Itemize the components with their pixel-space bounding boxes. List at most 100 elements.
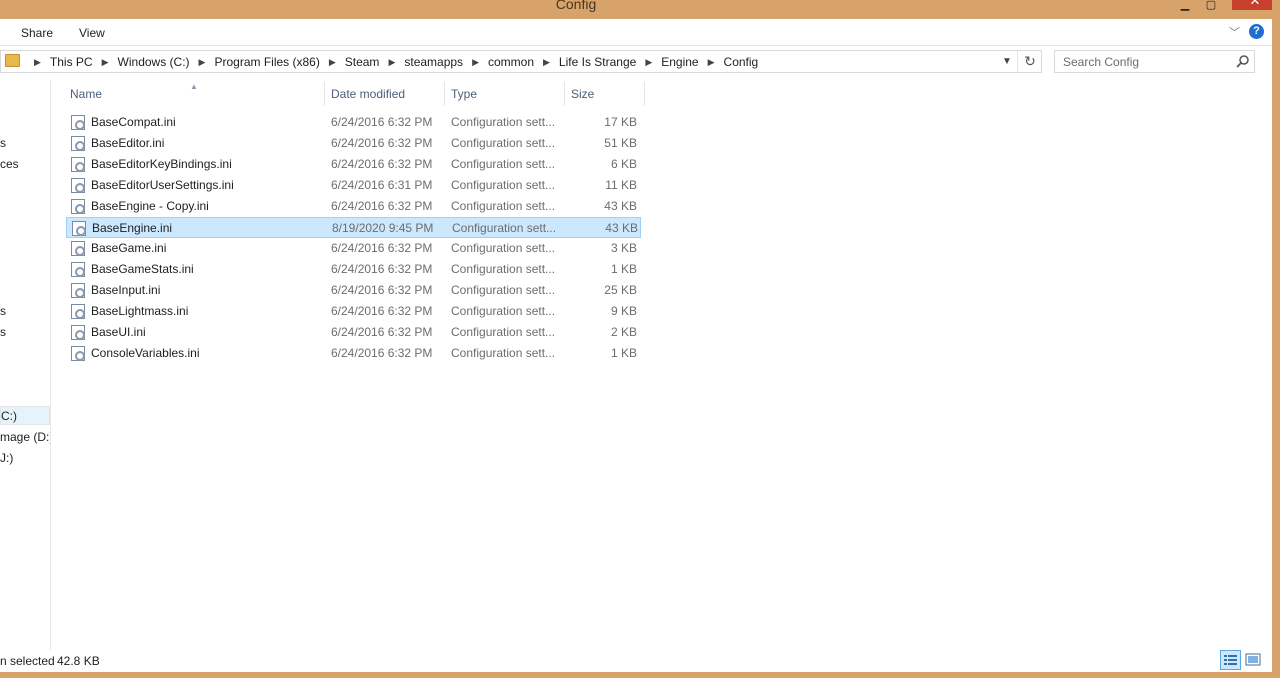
window-title: Config: [555, 0, 597, 12]
file-date: 6/24/2016 6:32 PM: [331, 325, 433, 339]
config-file-icon: [71, 157, 85, 172]
breadcrumb: ▶ This PC ▶ Windows (C:) ▶ Program Files…: [25, 55, 758, 69]
breadcrumb-program-files[interactable]: Program Files (x86): [214, 55, 319, 69]
file-size: 43 KB: [604, 199, 637, 213]
file-date: 6/24/2016 6:31 PM: [331, 178, 433, 192]
breadcrumb-common[interactable]: common: [488, 55, 534, 69]
chevron-right-icon[interactable]: ▶: [472, 57, 479, 68]
file-date: 6/24/2016 6:32 PM: [331, 241, 433, 255]
chevron-down-icon[interactable]: ﹀: [1229, 24, 1240, 40]
file-size: 11 KB: [605, 178, 637, 192]
nav-item[interactable]: s: [0, 325, 6, 339]
column-header-date[interactable]: Date modified: [325, 82, 445, 106]
table-row[interactable]: BaseCompat.ini 6/24/2016 6:32 PM Configura…: [66, 112, 641, 133]
status-bar: n selected 42.8 KB: [0, 650, 1272, 672]
file-name: BaseInput.ini: [91, 283, 161, 297]
nav-item[interactable]: ces: [0, 157, 19, 171]
help-icon[interactable]: ?: [1249, 24, 1264, 39]
table-row[interactable]: ConsoleVariables.ini 6/24/2016 6:32 PM Con…: [66, 343, 641, 364]
breadcrumb-config[interactable]: Config: [724, 55, 759, 69]
file-name: BaseEditor.ini: [91, 136, 165, 150]
table-row[interactable]: BaseInput.ini 6/24/2016 6:32 PM Configurat…: [66, 280, 641, 301]
breadcrumb-windows-c[interactable]: Windows (C:): [118, 55, 190, 69]
file-name: ConsoleVariables.ini: [91, 346, 200, 360]
minimize-icon[interactable]: ▁: [1176, 0, 1194, 16]
maximize-icon[interactable]: ▢: [1202, 0, 1220, 16]
window-frame-right: [1272, 0, 1280, 678]
table-row[interactable]: BaseGameStats.ini 6/24/2016 6:32 PM Config…: [66, 259, 641, 280]
nav-item[interactable]: s: [0, 304, 6, 318]
breadcrumb-steam[interactable]: Steam: [345, 55, 380, 69]
config-file-icon: [71, 136, 85, 151]
file-date: 6/24/2016 6:32 PM: [331, 346, 433, 360]
file-name: BaseEditorUserSettings.ini: [91, 178, 234, 192]
file-date: 6/24/2016 6:32 PM: [331, 157, 433, 171]
config-file-icon: [71, 346, 85, 361]
file-type: Configuration sett...: [451, 157, 556, 171]
config-file-icon: [71, 241, 85, 256]
folder-icon: [5, 54, 20, 67]
search-input[interactable]: Search Config: [1054, 50, 1255, 73]
navigation-pane: s ces s s C:) mage (D:) J:): [0, 80, 51, 650]
table-row[interactable]: BaseUI.ini 6/24/2016 6:32 PM Configuration…: [66, 322, 641, 343]
file-name: BaseLightmass.ini: [91, 304, 189, 318]
column-header-size[interactable]: Size: [565, 82, 645, 106]
file-size: 2 KB: [610, 325, 637, 339]
table-row[interactable]: BaseEngine - Copy.ini 6/24/2016 6:32 PM Co…: [66, 196, 641, 217]
chevron-right-icon[interactable]: ▶: [543, 57, 550, 68]
file-name: BaseGame.ini: [91, 241, 167, 255]
file-size: 6 KB: [610, 157, 637, 171]
file-type: Configuration sett...: [451, 178, 556, 192]
search-icon[interactable]: [1236, 54, 1250, 68]
table-row[interactable]: BaseEditorKeyBindings.ini 6/24/2016 6:32 …: [66, 154, 641, 175]
column-header-type[interactable]: Type: [445, 82, 565, 106]
file-size: 1 KB: [610, 346, 637, 360]
search-placeholder: Search Config: [1063, 55, 1140, 69]
table-row[interactable]: BaseEditorUserSettings.ini 6/24/2016 6:31…: [66, 175, 641, 196]
chevron-right-icon[interactable]: ▶: [34, 57, 41, 68]
address-dropdown-icon[interactable]: ▼: [1002, 56, 1012, 67]
large-icons-view-icon[interactable]: [1244, 651, 1262, 669]
ribbon-tabs: Share View ﹀ ?: [0, 19, 1272, 46]
file-type: Configuration sett...: [451, 199, 556, 213]
file-type: Configuration sett...: [451, 283, 556, 297]
details-view-icon[interactable]: [1220, 650, 1241, 670]
tab-share[interactable]: Share: [21, 26, 53, 40]
nav-item-image-d[interactable]: mage (D:): [0, 430, 50, 444]
table-row[interactable]: BaseLightmass.ini 6/24/2016 6:32 PM Config…: [66, 301, 641, 322]
window-frame-bottom: [0, 672, 1280, 678]
chevron-right-icon[interactable]: ▶: [199, 57, 206, 68]
breadcrumb-life-is-strange[interactable]: Life Is Strange: [559, 55, 636, 69]
chevron-right-icon[interactable]: ▶: [708, 57, 715, 68]
table-row[interactable]: BaseEngine.ini 8/19/2020 9:45 PM Configura…: [66, 217, 641, 238]
chevron-right-icon[interactable]: ▶: [102, 57, 109, 68]
refresh-icon[interactable]: ↻: [1017, 51, 1042, 72]
file-size: 9 KB: [610, 304, 637, 318]
sort-ascending-icon: ▲: [190, 82, 198, 91]
title-bar: Config ▁ ▢ ✕: [0, 0, 1280, 19]
breadcrumb-engine[interactable]: Engine: [661, 55, 698, 69]
status-selection-text: n selected: [0, 654, 55, 668]
file-name: BaseGameStats.ini: [91, 262, 194, 276]
file-type: Configuration sett...: [451, 115, 556, 129]
config-file-icon: [71, 178, 85, 193]
file-size: 1 KB: [610, 262, 637, 276]
address-bar[interactable]: ▶ This PC ▶ Windows (C:) ▶ Program Files…: [0, 50, 1042, 73]
nav-item-j[interactable]: J:): [0, 451, 13, 465]
file-type: Configuration sett...: [451, 136, 556, 150]
nav-item-windows-c[interactable]: C:): [0, 406, 50, 425]
tab-view[interactable]: View: [79, 26, 105, 40]
file-name: BaseEngine - Copy.ini: [91, 199, 209, 213]
chevron-right-icon[interactable]: ▶: [645, 57, 652, 68]
chevron-right-icon[interactable]: ▶: [329, 57, 336, 68]
table-row[interactable]: BaseGame.ini 6/24/2016 6:32 PM Configurati…: [66, 238, 641, 259]
file-name: BaseCompat.ini: [91, 115, 176, 129]
breadcrumb-this-pc[interactable]: This PC: [50, 55, 93, 69]
file-type: Configuration sett...: [451, 346, 556, 360]
config-file-icon: [71, 262, 85, 277]
chevron-right-icon[interactable]: ▶: [388, 57, 395, 68]
nav-item[interactable]: s: [0, 136, 6, 150]
breadcrumb-steamapps[interactable]: steamapps: [404, 55, 463, 69]
file-size: 3 KB: [610, 241, 637, 255]
table-row[interactable]: BaseEditor.ini 6/24/2016 6:32 PM Configura…: [66, 133, 641, 154]
